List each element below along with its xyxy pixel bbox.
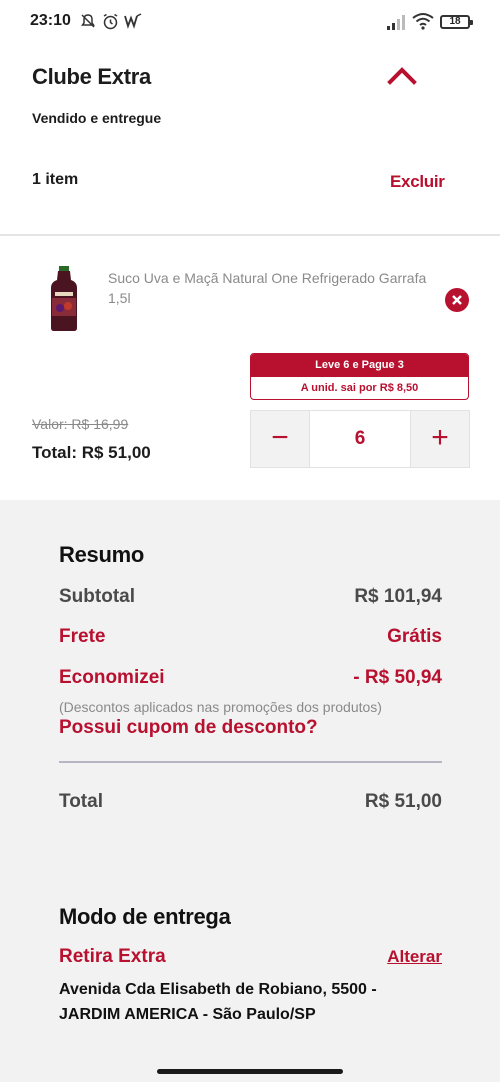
increment-button[interactable]: + — [411, 411, 469, 467]
home-indicator[interactable] — [157, 1069, 343, 1074]
battery-icon: 18 — [440, 15, 473, 29]
quantity-stepper: − 6 + — [250, 410, 470, 468]
signal-icon — [387, 15, 405, 30]
product-name[interactable]: Suco Uva e Maçã Natural One Refrigerado … — [108, 268, 428, 308]
delivery-title: Modo de entrega — [59, 904, 231, 929]
coupon-link[interactable]: Possui cupom de desconto? — [59, 717, 318, 739]
old-price: Valor: R$ 16,99 — [32, 416, 129, 432]
alarm-icon — [102, 13, 119, 35]
savings-note: (Descontos aplicados nas promoções dos p… — [59, 699, 382, 715]
status-bar: 23:10 18 — [0, 0, 500, 46]
total-value: R$ 51,00 — [364, 791, 442, 812]
delete-all-button[interactable]: Excluir — [390, 172, 445, 192]
store-title: Clube Extra — [32, 64, 151, 89]
unit-price-label: A unid. sai por — [300, 382, 377, 394]
savings-label: Economizei — [59, 667, 165, 688]
section-divider — [0, 234, 500, 236]
quantity-value[interactable]: 6 — [309, 411, 411, 467]
promo-unit-price: A unid. sai por R$ 8,50 — [251, 377, 468, 399]
summary-title: Resumo — [59, 542, 144, 567]
change-delivery-button[interactable]: Alterar — [387, 947, 442, 967]
unit-price-value: R$ 8,50 — [379, 382, 419, 394]
promo-badge: Leve 6 e Pague 3 A unid. sai por R$ 8,50 — [250, 353, 469, 400]
shipping-label: Frete — [59, 626, 106, 647]
subtotal-value: R$ 101,94 — [354, 586, 442, 607]
notifications-off-icon — [80, 13, 96, 34]
promo-title: Leve 6 e Pague 3 — [251, 354, 468, 377]
summary-divider — [59, 761, 442, 763]
wifi-icon — [412, 13, 434, 30]
status-time: 23:10 — [30, 12, 71, 29]
summary-panel: Resumo Subtotal R$ 101,94 Frete Grátis E… — [0, 500, 500, 1082]
shipping-value: Grátis — [387, 626, 442, 647]
close-icon — [452, 295, 462, 305]
subtotal-label: Subtotal — [59, 586, 135, 607]
remove-item-button[interactable] — [445, 288, 469, 312]
item-total: Total: R$ 51,00 — [32, 443, 151, 462]
chevron-up-icon[interactable] — [386, 62, 418, 90]
item-count: 1 item — [32, 171, 79, 188]
product-image[interactable] — [46, 266, 82, 332]
total-label: Total — [59, 791, 103, 812]
savings-value: - R$ 50,94 — [353, 667, 442, 688]
sold-by-label: Vendido e entregue — [32, 110, 162, 126]
app-icon — [124, 13, 142, 34]
delivery-type: Retira Extra — [59, 946, 166, 967]
delivery-address: Avenida Cda Elisabeth de Robiano, 5500 -… — [59, 981, 377, 1023]
decrement-button[interactable]: − — [251, 411, 309, 467]
